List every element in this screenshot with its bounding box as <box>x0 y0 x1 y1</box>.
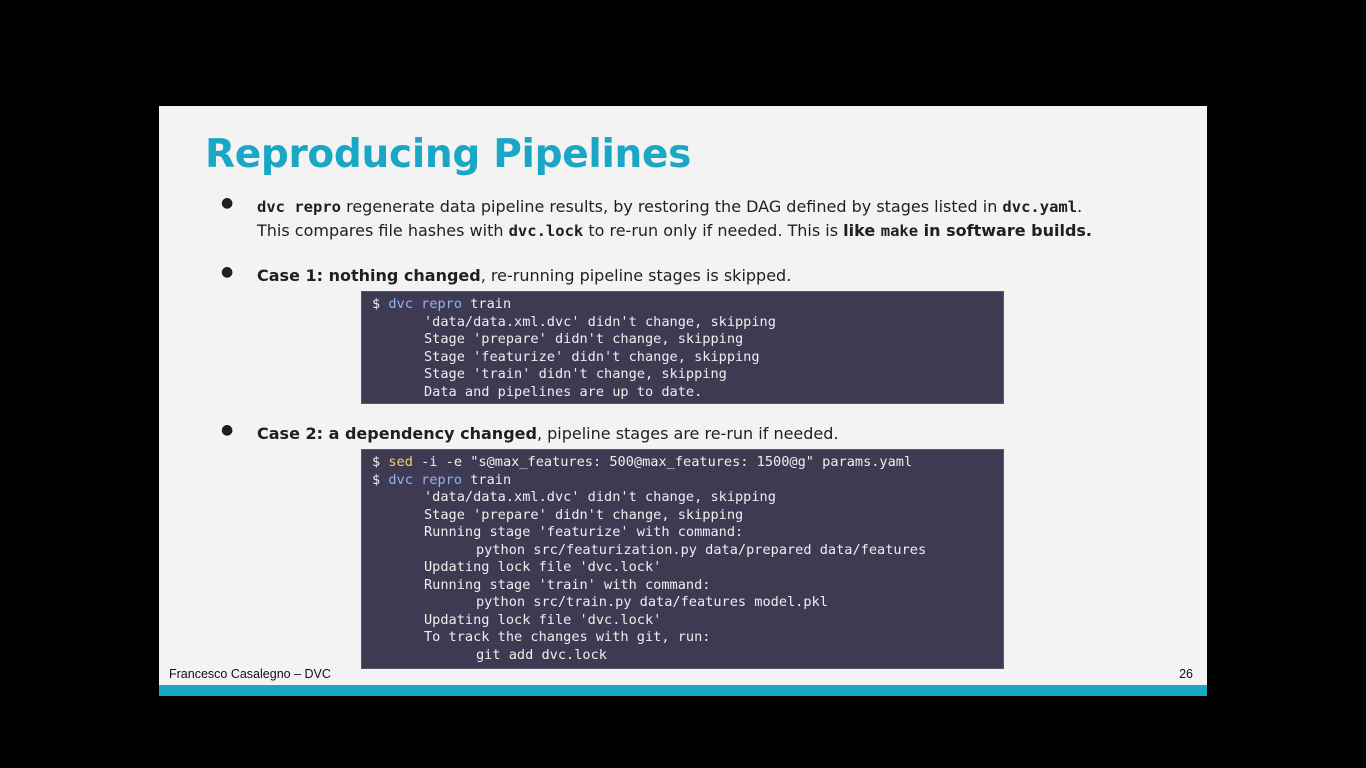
terminal-output-line: git add dvc.lock <box>476 646 607 663</box>
terminal-output-line: python src/train.py data/features model.… <box>476 594 828 610</box>
terminal-output-line: python src/featurization.py data/prepare… <box>476 541 927 558</box>
slide-title: Reproducing Pipelines <box>205 132 692 177</box>
accent-bar <box>159 685 1207 696</box>
terminal-output-line: To track the changes with git, run: <box>424 629 711 645</box>
code-dvc-yaml: dvc.yaml <box>1002 198 1078 216</box>
page-number: 26 <box>1179 667 1193 681</box>
slide: Reproducing Pipelines ● dvc repro regene… <box>159 106 1207 696</box>
terminal-output-line: 'data/data.xml.dvc' didn't change, skipp… <box>424 489 776 505</box>
terminal-case-2: $ sed -i -e "s@max_features: 500@max_fea… <box>361 449 1004 669</box>
terminal-output-line: Updating lock file 'dvc.lock' <box>424 559 662 575</box>
bullet-dot: ● <box>221 264 234 280</box>
bullet-dot: ● <box>221 422 234 438</box>
terminal-command-line: $ dvc repro train <box>372 296 512 312</box>
code-make: make <box>880 222 919 240</box>
terminal-output-line: Stage 'featurize' didn't change, skippin… <box>424 348 760 365</box>
terminal-output-line: Stage 'prepare' didn't change, skipping <box>424 506 744 523</box>
footer-author: Francesco Casalegno – DVC <box>169 667 331 681</box>
code-dvc-lock: dvc.lock <box>508 222 584 240</box>
terminal-output-line: 'data/data.xml.dvc' didn't change, skipp… <box>424 313 776 330</box>
terminal-command-line: $ dvc repro train <box>372 471 512 488</box>
terminal-output-line: Stage 'train' didn't change, skipping <box>424 366 727 382</box>
terminal-output-line: Running stage 'featurize' with command: <box>424 524 744 540</box>
terminal-output-line: Data and pipelines are up to date. <box>424 383 703 400</box>
bullet-dot: ● <box>221 195 234 211</box>
terminal-output-line: Stage 'prepare' didn't change, skipping <box>424 331 744 347</box>
terminal-output-line: Updating lock file 'dvc.lock' <box>424 611 662 628</box>
terminal-command-line: $ sed -i -e "s@max_features: 500@max_fea… <box>372 454 913 470</box>
terminal-case-1: $ dvc repro train 'data/data.xml.dvc' di… <box>361 291 1004 404</box>
terminal-output-line: Running stage 'train' with command: <box>424 576 711 593</box>
code-dvc-repro: dvc repro <box>257 198 341 216</box>
